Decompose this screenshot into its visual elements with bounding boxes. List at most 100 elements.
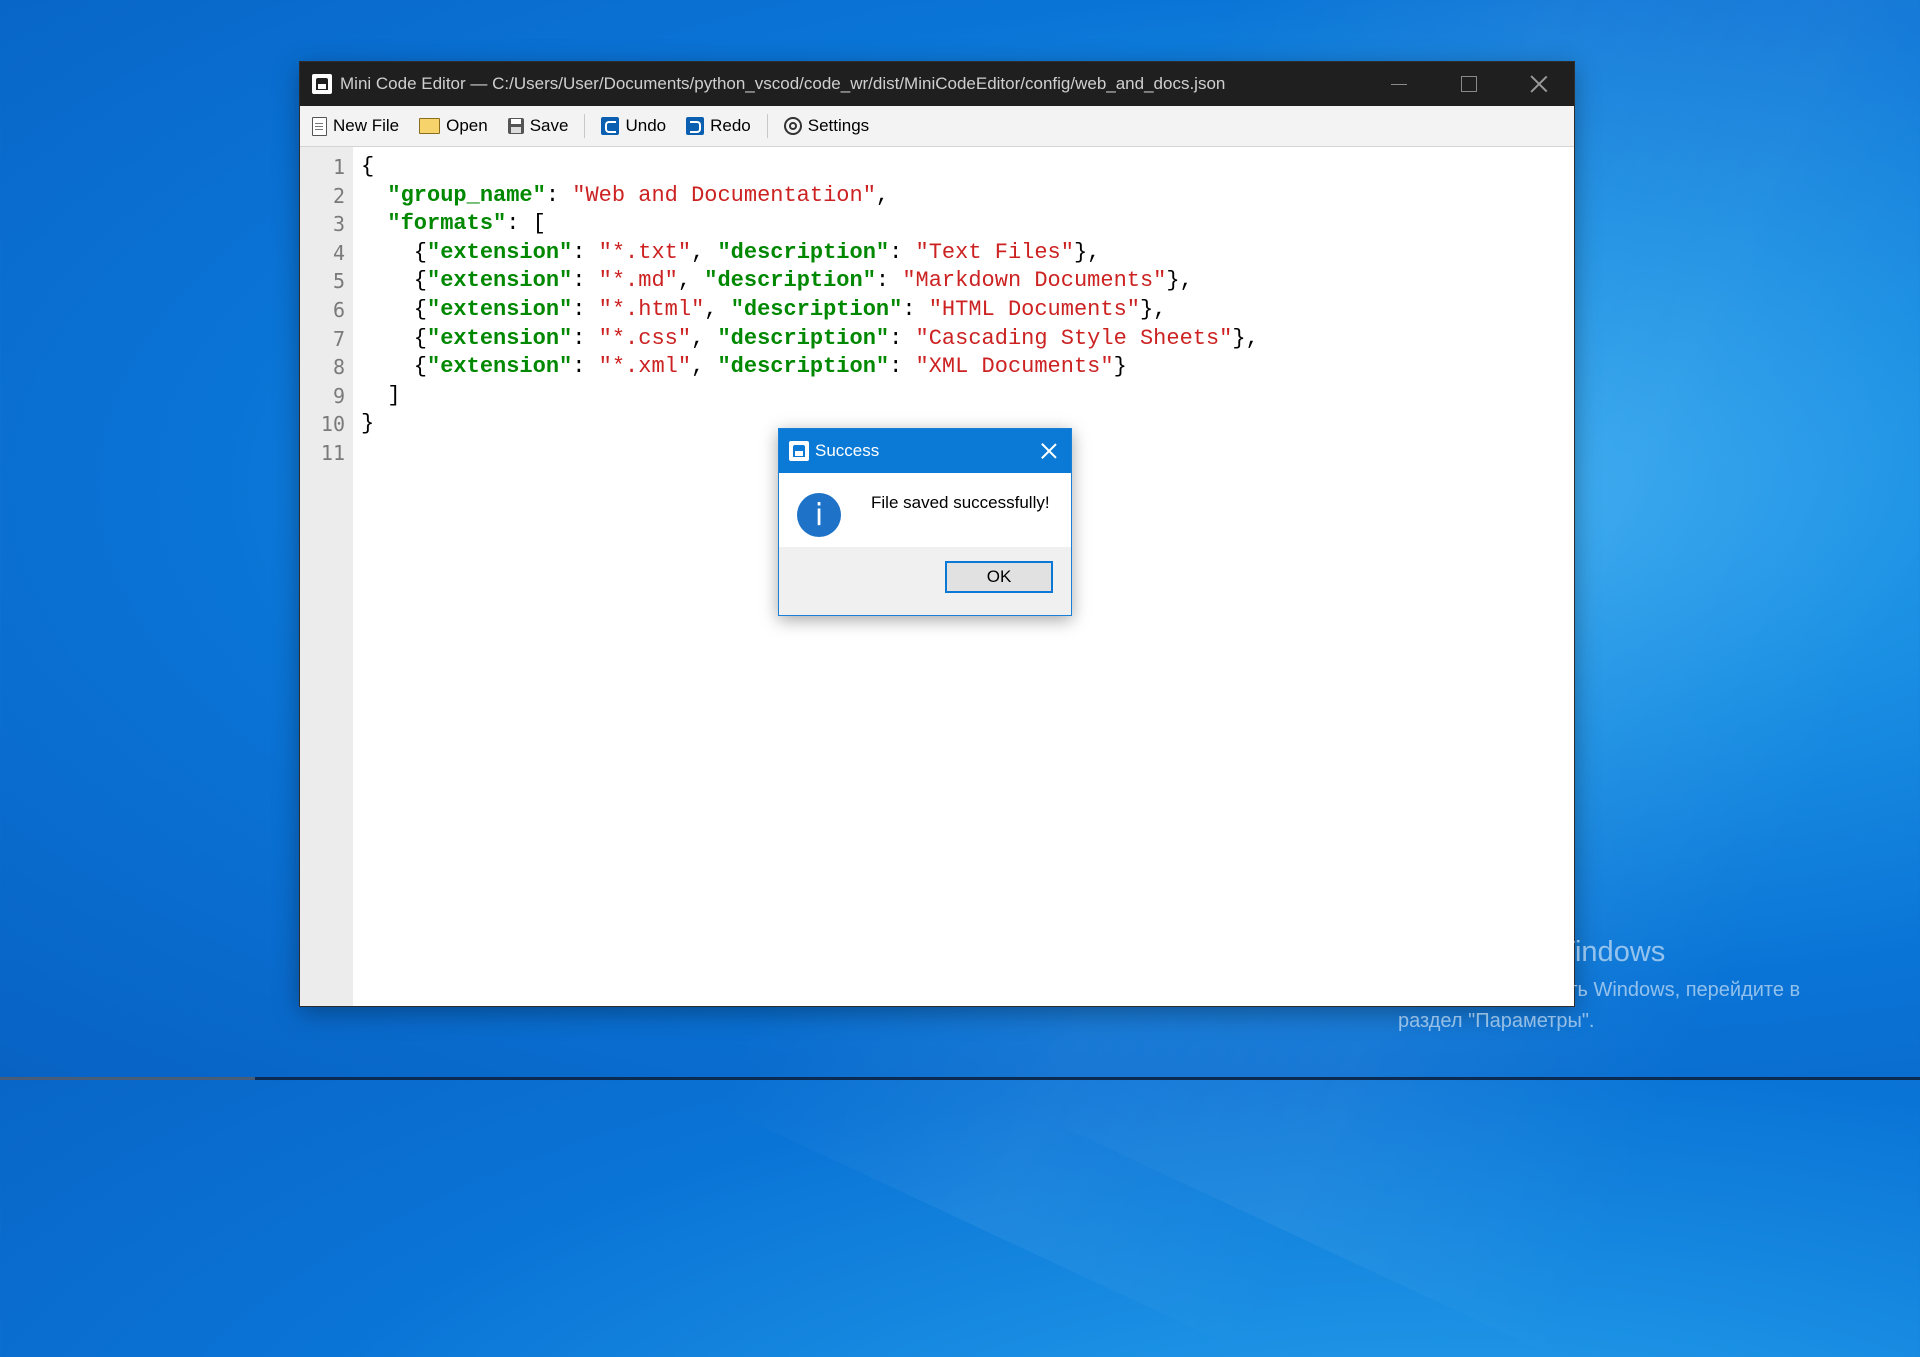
toolbar-separator: [766, 114, 768, 138]
json-string: "*.xml": [598, 354, 692, 380]
line-number: 4: [332, 240, 345, 265]
line-number: 9: [332, 383, 345, 408]
close-button[interactable]: [1504, 62, 1574, 106]
json-key: "description": [717, 325, 890, 351]
json-punctuation: ,: [691, 354, 718, 380]
json-string: "Cascading Style Sheets": [915, 325, 1233, 351]
line-number: 10: [320, 412, 345, 437]
toolbar-separator: [584, 114, 586, 138]
json-punctuation: :: [902, 296, 929, 322]
json-punctuation: ,: [677, 268, 705, 294]
json-punctuation: {: [361, 154, 375, 179]
json-punctuation: },: [1073, 239, 1101, 265]
window-title: Mini Code Editor — C:/Users/User/Documen…: [340, 74, 1226, 93]
json-key: "extension": [427, 296, 573, 322]
new-file-button[interactable]: New File: [312, 116, 399, 136]
json-string: "Web and Documentation": [572, 182, 876, 208]
json-punctuation: [361, 211, 387, 236]
open-button[interactable]: Open: [419, 116, 488, 136]
dialog-close-icon[interactable]: [1039, 441, 1059, 461]
json-punctuation: :: [545, 182, 573, 208]
maximize-icon: [1461, 76, 1477, 92]
json-key: "extension": [427, 239, 573, 265]
code-line: {"extension": "*.xml", "description": "X…: [361, 353, 1574, 382]
undo-button[interactable]: Undo: [601, 116, 666, 136]
json-string: "*.md": [598, 268, 678, 294]
json-key: "description": [704, 268, 876, 294]
minimize-button[interactable]: [1364, 62, 1434, 106]
watermark-line-1: Чтобы активировать Windows, перейдите в: [1398, 979, 1801, 1001]
json-string: "HTML Documents": [928, 296, 1140, 322]
toolbar: New File Open Save Undo Redo Settings: [300, 106, 1574, 147]
dialog-footer: OK: [779, 547, 1071, 615]
json-punctuation: },: [1139, 296, 1167, 322]
json-punctuation: ,: [691, 325, 718, 351]
open-label: Open: [446, 116, 488, 135]
json-punctuation: {: [361, 296, 428, 322]
title-bar[interactable]: Mini Code Editor — C:/Users/User/Documen…: [300, 62, 1574, 106]
window-controls: [1364, 62, 1574, 106]
save-icon: [507, 118, 524, 134]
ok-button[interactable]: OK: [945, 561, 1053, 593]
json-punctuation: :: [572, 239, 599, 265]
json-key: "extension": [427, 354, 573, 380]
json-punctuation: {: [361, 239, 428, 265]
dialog-message: File saved successfully!: [871, 493, 1050, 512]
code-line: {"extension": "*.css", "description": "C…: [361, 325, 1574, 354]
code-line: {"extension": "*.txt", "description": "T…: [361, 239, 1574, 268]
code-line: {"extension": "*.md", "description": "Ma…: [361, 267, 1574, 296]
json-string: "*.txt": [598, 239, 692, 265]
line-number: 6: [332, 297, 345, 322]
watermark-line-2: раздел "Параметры".: [1398, 1010, 1595, 1032]
json-punctuation: ,: [691, 239, 718, 265]
json-string: "Text Files": [915, 239, 1074, 265]
code-line: "formats": [: [361, 210, 1574, 239]
activation-watermark: Активация Windows Чтобы активировать Win…: [1398, 936, 1800, 1037]
success-dialog: Success i File saved successfully! OK: [778, 428, 1072, 616]
json-punctuation: :: [889, 354, 916, 380]
line-number: 5: [332, 269, 345, 294]
redo-label: Redo: [710, 116, 751, 135]
json-punctuation: :: [572, 268, 599, 294]
save-label: Save: [529, 116, 569, 135]
folder-icon: [419, 118, 441, 134]
json-punctuation: {: [361, 354, 428, 380]
line-number: 3: [332, 212, 345, 237]
gear-icon: [783, 117, 802, 135]
json-punctuation: :: [572, 296, 599, 322]
json-punctuation: :: [889, 239, 916, 265]
json-punctuation: {: [361, 325, 428, 351]
dialog-title-bar[interactable]: Success: [779, 429, 1071, 473]
minimize-icon: [1391, 83, 1407, 85]
undo-label: Undo: [625, 116, 667, 135]
json-punctuation: [361, 183, 387, 208]
dialog-title: Success: [815, 441, 880, 460]
json-punctuation: },: [1232, 325, 1259, 351]
json-key: "group_name": [387, 182, 546, 208]
code-line: {: [361, 153, 1574, 182]
line-number: 11: [320, 440, 345, 465]
code-line: ]: [361, 382, 1574, 411]
json-punctuation: :: [875, 268, 903, 294]
json-key: "description": [717, 239, 890, 265]
redo-icon: [686, 117, 705, 135]
line-number: 2: [332, 183, 345, 208]
json-string: "XML Documents": [915, 354, 1114, 380]
json-string: "*.css": [598, 325, 692, 351]
dialog-app-icon: [789, 441, 809, 461]
json-punctuation: :: [572, 354, 599, 380]
maximize-button[interactable]: [1434, 62, 1504, 106]
line-number: 1: [332, 155, 345, 179]
json-punctuation: {: [361, 268, 428, 294]
line-number-gutter: 1 2 3 4 5 6 7 8 9 10 11: [300, 147, 353, 1006]
settings-label: Settings: [807, 116, 870, 135]
json-punctuation: :: [889, 325, 916, 351]
new-file-label: New File: [333, 116, 400, 135]
json-key: "description": [730, 296, 903, 322]
json-key: "formats": [387, 211, 507, 237]
save-button[interactable]: Save: [507, 116, 569, 136]
code-line: {"extension": "*.html", "description": "…: [361, 296, 1574, 325]
redo-button[interactable]: Redo: [686, 116, 751, 136]
json-punctuation: ,: [704, 296, 731, 322]
settings-button[interactable]: Settings: [783, 116, 870, 136]
